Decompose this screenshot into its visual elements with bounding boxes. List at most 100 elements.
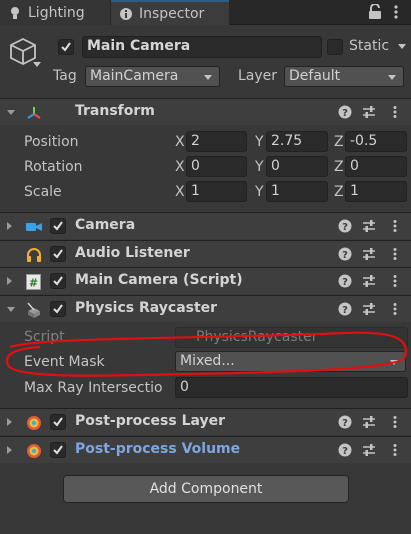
scale-x-field[interactable]: 1 [186, 181, 247, 202]
pp-volume-enabled-checkbox[interactable] [50, 442, 66, 458]
scale-y-field[interactable]: 1 [266, 181, 328, 202]
icon-dropdown-caret[interactable] [33, 62, 41, 67]
checkmark-icon [53, 304, 63, 314]
tag-value: MainCamera [90, 68, 179, 84]
tab-inspector-label: Inspector [139, 5, 205, 22]
active-checkbox[interactable] [58, 39, 74, 55]
component-menu-icon[interactable] [388, 302, 402, 316]
svg-text:#: # [29, 276, 38, 289]
audio-listener-header[interactable]: Audio Listener ? [0, 240, 411, 267]
axis-z-label[interactable]: Z [334, 134, 344, 150]
checkmark-icon [53, 445, 63, 455]
rotation-z-field[interactable]: 0 [345, 156, 407, 177]
chevron-down-icon [388, 75, 396, 80]
axis-z-label[interactable]: Z [334, 159, 344, 175]
object-name-input[interactable]: Main Camera [82, 36, 322, 58]
layer-label: Layer [238, 68, 278, 84]
static-checkbox[interactable] [327, 39, 343, 55]
component-menu-icon[interactable] [388, 443, 402, 457]
transform-title: Transform [75, 103, 155, 119]
rotation-label: Rotation [24, 159, 83, 175]
checkmark-icon [53, 417, 63, 427]
static-label: Static [349, 38, 390, 54]
pp-volume-header[interactable]: Post-process Volume ? [0, 436, 411, 463]
tab-lighting[interactable]: Lighting [0, 0, 110, 25]
position-x-field[interactable]: 2 [186, 131, 247, 152]
static-dropdown-caret[interactable] [398, 44, 406, 49]
svg-text:?: ? [342, 108, 348, 119]
help-icon[interactable]: ? [338, 443, 352, 457]
layer-dropdown[interactable]: Default [284, 66, 404, 87]
add-component-button[interactable]: Add Component [63, 475, 349, 503]
presets-icon[interactable] [362, 274, 376, 288]
help-icon[interactable]: ? [338, 274, 352, 288]
component-menu-icon[interactable] [388, 105, 402, 119]
pp-layer-header[interactable]: Post-process Layer ? [0, 408, 411, 435]
axis-x-label[interactable]: X [175, 184, 185, 200]
help-icon[interactable]: ? [338, 302, 352, 316]
presets-icon[interactable] [362, 219, 376, 233]
axis-x-label[interactable]: X [175, 134, 185, 150]
checkmark-icon [53, 276, 63, 286]
annotation-circle [5, 331, 407, 377]
axis-z-label[interactable]: Z [334, 184, 344, 200]
foldout-arrow-icon[interactable] [7, 110, 15, 115]
pp-layer-enabled-checkbox[interactable] [50, 414, 66, 430]
checkmark-icon [53, 249, 63, 259]
help-icon[interactable]: ? [338, 415, 352, 429]
rotation-x-field[interactable]: 0 [186, 156, 247, 177]
checkmark-icon [61, 42, 71, 52]
foldout-arrow-icon[interactable] [7, 307, 15, 312]
component-menu-icon[interactable] [388, 219, 402, 233]
presets-icon[interactable] [362, 247, 376, 261]
physics-raycaster-header[interactable]: Physics Raycaster ? [0, 295, 411, 322]
physics-raycaster-title: Physics Raycaster [75, 300, 218, 316]
rotation-y-field[interactable]: 0 [266, 156, 328, 177]
post-process-icon [25, 442, 42, 459]
transform-header[interactable]: Transform ? [0, 98, 411, 125]
raycaster-enabled-checkbox[interactable] [50, 301, 66, 317]
tag-dropdown[interactable]: MainCamera [85, 66, 220, 87]
layer-value: Default [289, 68, 341, 84]
component-menu-icon[interactable] [388, 274, 402, 288]
help-icon[interactable]: ? [338, 219, 352, 233]
headphones-icon [25, 246, 42, 263]
axis-x-label[interactable]: X [175, 159, 185, 175]
axis-y-label[interactable]: Y [255, 134, 264, 150]
axis-y-label[interactable]: Y [255, 184, 264, 200]
foldout-arrow-icon[interactable] [7, 446, 12, 454]
camera-icon [25, 218, 42, 235]
position-y-field[interactable]: 2.75 [266, 131, 328, 152]
tab-inspector[interactable]: Inspector [111, 0, 229, 25]
component-menu-icon[interactable] [388, 247, 402, 261]
position-z-field[interactable]: -0.5 [345, 131, 407, 152]
presets-icon[interactable] [362, 105, 376, 119]
help-icon[interactable]: ? [338, 247, 352, 261]
audio-listener-enabled-checkbox[interactable] [50, 246, 66, 262]
script-enabled-checkbox[interactable] [50, 273, 66, 289]
tab-bar: Lighting Inspector [0, 0, 411, 25]
foldout-arrow-icon[interactable] [7, 277, 12, 285]
presets-icon[interactable] [362, 443, 376, 457]
checkmark-icon [53, 221, 63, 231]
lock-icon[interactable] [368, 3, 382, 20]
camera-title: Camera [75, 217, 136, 233]
more-options-icon[interactable] [392, 4, 400, 20]
script-title: Main Camera (Script) [75, 272, 243, 288]
transform-axes-icon [25, 104, 42, 121]
camera-enabled-checkbox[interactable] [50, 218, 66, 234]
script-header[interactable]: # Main Camera (Script) ? [0, 267, 411, 294]
foldout-arrow-icon[interactable] [7, 222, 12, 230]
axis-y-label[interactable]: Y [255, 159, 264, 175]
pp-volume-title: Post-process Volume [75, 441, 241, 457]
presets-icon[interactable] [362, 415, 376, 429]
scale-label: Scale [24, 184, 62, 200]
component-menu-icon[interactable] [388, 415, 402, 429]
raycaster-icon [25, 301, 42, 318]
help-icon[interactable]: ? [338, 105, 352, 119]
scale-z-field[interactable]: 1 [345, 181, 407, 202]
camera-header[interactable]: Camera ? [0, 212, 411, 239]
presets-icon[interactable] [362, 302, 376, 316]
foldout-arrow-icon[interactable] [7, 418, 12, 426]
svg-text:?: ? [342, 418, 348, 429]
